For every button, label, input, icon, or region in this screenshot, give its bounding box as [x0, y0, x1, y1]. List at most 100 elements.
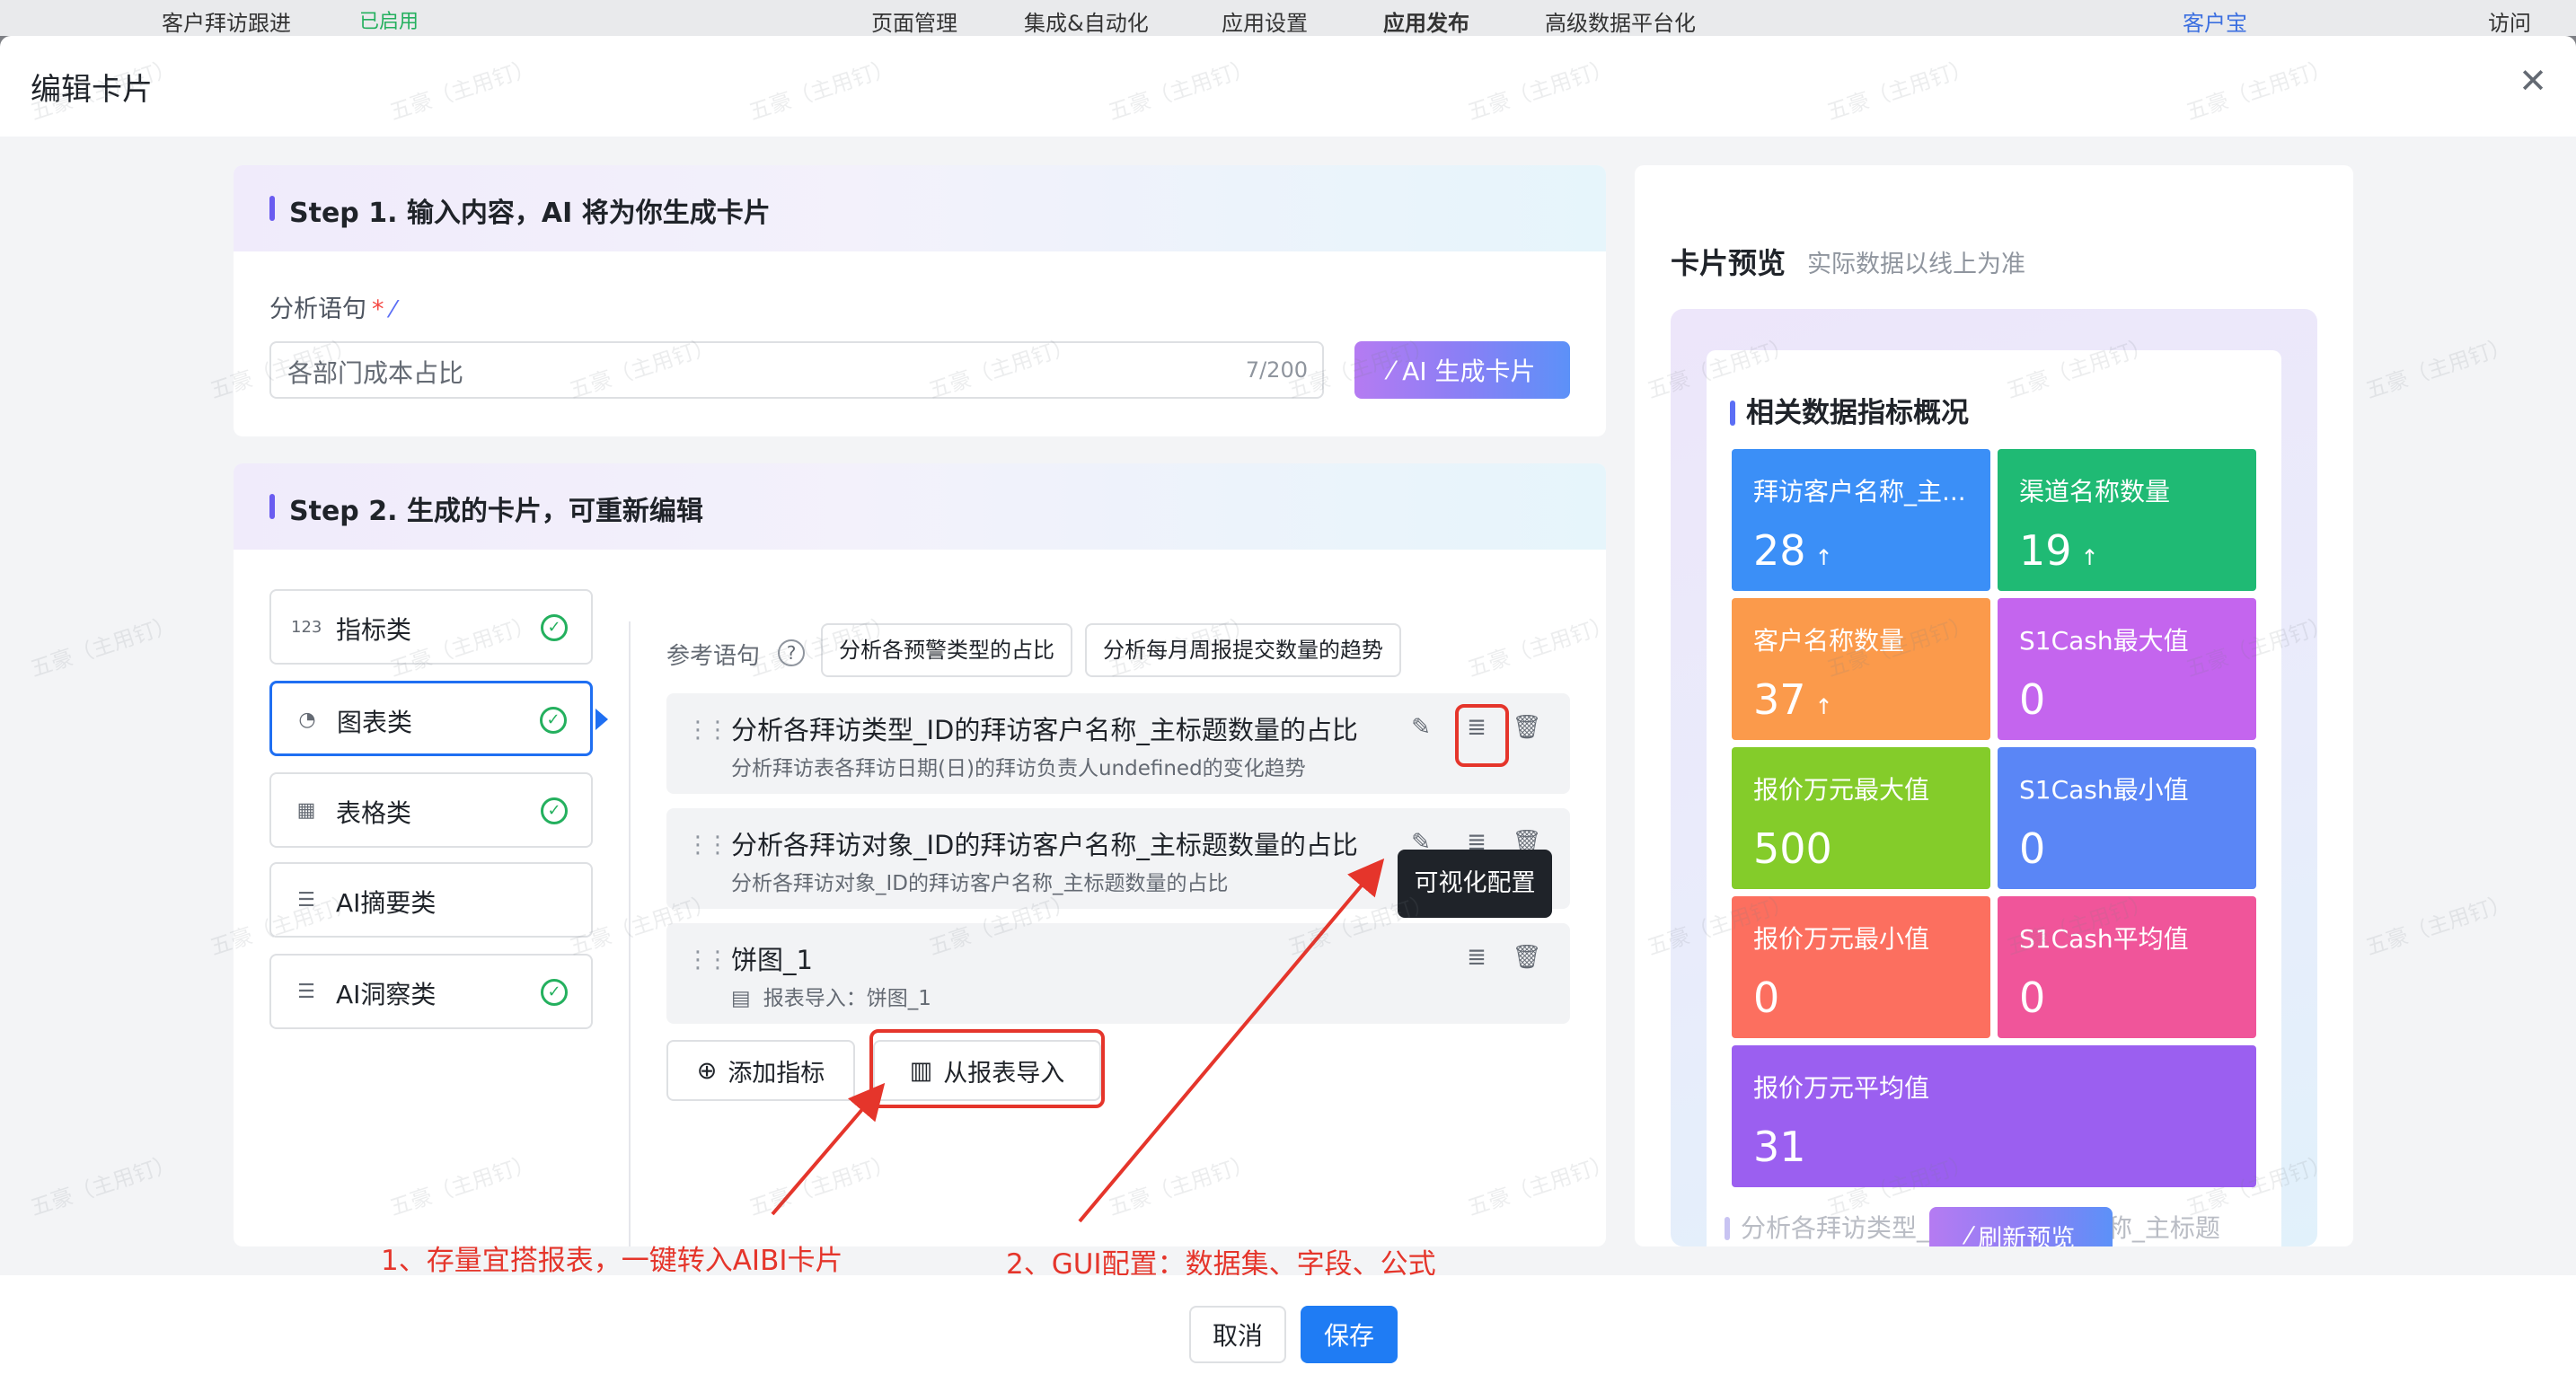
section-marker — [269, 196, 275, 221]
visual-config-tooltip: 可视化配置 — [1398, 850, 1552, 918]
category-label: AI摘要类 — [336, 888, 437, 918]
card-item[interactable]: ⋮⋮ 分析各拜访类型_ID的拜访客户名称_主标题数量的占比 分析拜访表各拜访日期… — [666, 693, 1570, 794]
modal-footer — [0, 1275, 2576, 1383]
drag-handle-icon[interactable]: ⋮⋮ — [686, 947, 729, 973]
card-item-subtitle: ▤ 报表导入：饼图_1 — [731, 981, 931, 1011]
modal-header: 编辑卡片 ✕ — [0, 36, 2576, 137]
refresh-preview-button[interactable]: ⁄ 刷新预览 — [1929, 1207, 2113, 1246]
magic-wand-icon: ⁄ — [1389, 355, 1394, 385]
close-icon[interactable]: ✕ — [2515, 63, 2551, 99]
preview-content: 相关数据指标概况 拜访客户名称_主... 28 ↑ 渠道名称数量 19 ↑ 客户名称数量 37… — [1707, 350, 2281, 1246]
metric-tile: 客户名称数量 37 ↑ — [1732, 598, 1990, 740]
add-metric-button[interactable]: ⊕ 添加指标 — [666, 1040, 855, 1101]
metric-tile: S1Cash最大值 0 — [1998, 598, 2256, 740]
metric-name: 报价万元平均值 — [1753, 1073, 1930, 1103]
card-item-title: 饼图_1 — [731, 945, 813, 975]
bg-tab: 集成&自动化 — [1024, 11, 1149, 36]
preview-section-title: 相关数据指标概况 — [1730, 390, 1969, 430]
bg-tab: 页面管理 — [871, 11, 957, 36]
edit-icon[interactable]: ✎ — [1405, 711, 1437, 744]
category-ai-summary[interactable]: ☰ AI摘要类 — [269, 862, 593, 938]
drag-handle-icon[interactable]: ⋮⋮ — [686, 717, 729, 744]
metric-name: 拜访客户名称_主... — [1753, 477, 1966, 507]
active-pointer — [595, 709, 608, 730]
analysis-input[interactable]: 各部门成本占比 7/200 — [269, 341, 1324, 399]
visual-config-icon[interactable]: ≣ — [1460, 941, 1493, 973]
category-metric[interactable]: 123 指标类 ✓ — [269, 589, 593, 665]
category-label: 指标类 — [336, 615, 412, 645]
card-item-subtitle-text: 报表导入：饼图_1 — [763, 987, 931, 1010]
category-chart[interactable]: ◔ 图表类 ✓ — [269, 681, 608, 756]
analysis-input-value: 各部门成本占比 — [287, 358, 464, 388]
required-mark: * — [372, 295, 384, 323]
metric-value-text: 500 — [1753, 824, 1832, 873]
metric-name: S1Cash最小值 — [2019, 775, 2189, 805]
preview-subtitle: 实际数据以线上为准 — [1807, 251, 2025, 278]
reference-chip[interactable]: 分析各预警类型的占比 — [821, 623, 1072, 677]
ai-generate-label: AI 生成卡片 — [1402, 357, 1536, 386]
reference-chip[interactable]: 分析每月周报提交数量的趋势 — [1085, 623, 1401, 677]
metric-tile: 报价万元最小值 0 — [1732, 896, 1990, 1038]
metric-name: 客户名称数量 — [1753, 626, 1905, 656]
check-circle-icon: ✓ — [541, 797, 568, 824]
number-icon: 123 — [291, 618, 322, 637]
delete-icon[interactable]: 🗑 — [1511, 941, 1543, 973]
modal-title: 编辑卡片 — [31, 72, 153, 108]
metric-value-text: 0 — [2019, 824, 2046, 873]
table-icon: ▦ — [296, 799, 316, 822]
edit-card-modal: 编辑卡片 ✕ Step 1. 输入内容，AI 将为你生成卡片 分析语句 * ⁄ 各部… — [0, 36, 2576, 1383]
save-button[interactable]: 保存 — [1301, 1306, 1398, 1363]
section-marker — [269, 494, 275, 519]
metric-tile: 报价万元平均值 31 — [1732, 1045, 2256, 1187]
char-counter: 7/200 — [1245, 357, 1308, 383]
cancel-button[interactable]: 取消 — [1189, 1306, 1286, 1363]
bg-visit-button: 访问 — [2488, 11, 2531, 36]
metric-value-text: 28 — [1753, 526, 1806, 575]
refresh-label: 刷新预览 — [1978, 1224, 2076, 1247]
bg-status-badge: 已启用 — [359, 11, 419, 33]
metric-value: 19 ↑ — [2019, 526, 2099, 575]
ai-generate-card-button[interactable]: ⁄ AI 生成卡片 — [1354, 341, 1570, 399]
metric-name: 报价万元最大值 — [1753, 775, 1930, 805]
preview-section-title-text: 相关数据指标概况 — [1746, 397, 1969, 429]
metric-value: 28 ↑ — [1753, 526, 1833, 575]
metric-tile: S1Cash最小值 0 — [1998, 747, 2256, 889]
metric-value: 0 — [2019, 973, 2045, 1022]
section-marker — [1725, 1217, 1730, 1240]
check-circle-icon: ✓ — [540, 707, 567, 734]
metric-value-text: 0 — [2019, 973, 2046, 1022]
metric-value: 0 — [1753, 973, 1779, 1022]
category-label: 图表类 — [337, 708, 413, 737]
card-item-title: 分析各拜访类型_ID的拜访客户名称_主标题数量的占比 — [731, 715, 1358, 745]
card-item[interactable]: ⋮⋮ 饼图_1 ▤ 报表导入：饼图_1 ≣ 🗑 — [666, 923, 1570, 1024]
metric-value-text: 37 — [1753, 675, 1806, 724]
metric-tile: 报价万元最大值 500 — [1732, 747, 1990, 889]
metric-value: 0 — [2019, 675, 2045, 724]
step2-title: Step 2. 生成的卡片，可重新编辑 — [289, 496, 703, 527]
bg-tab: 高级数据平台化 — [1545, 11, 1696, 36]
help-icon[interactable]: ? — [778, 639, 805, 666]
metric-value: 31 — [1753, 1123, 1806, 1171]
check-circle-icon: ✓ — [541, 979, 568, 1006]
card-item-title: 分析各拜访对象_ID的拜访客户名称_主标题数量的占比 — [731, 830, 1358, 860]
metric-value: 500 — [1753, 824, 1832, 873]
list-icon: ☰ — [297, 889, 315, 912]
category-ai-insight[interactable]: ☰ AI洞察类 ✓ — [269, 954, 593, 1029]
bg-tab: 应用发布 — [1383, 11, 1469, 36]
step2-header: Step 2. 生成的卡片，可重新编辑 — [234, 463, 1606, 550]
section-marker — [1730, 401, 1735, 426]
step1-header: Step 1. 输入内容，AI 将为你生成卡片 — [234, 165, 1606, 251]
check-circle-icon: ✓ — [541, 614, 568, 641]
bg-user: 客户宝 — [2183, 11, 2247, 36]
category-label: AI洞察类 — [336, 980, 437, 1009]
metric-value-text: 19 — [2019, 526, 2072, 575]
category-table[interactable]: ▦ 表格类 ✓ — [269, 772, 593, 848]
delete-icon[interactable]: 🗑 — [1511, 711, 1543, 744]
analysis-label-text: 分析语句 — [269, 295, 366, 323]
metric-tile: 拜访客户名称_主... 28 ↑ — [1732, 449, 1990, 591]
drag-handle-icon[interactable]: ⋮⋮ — [686, 832, 729, 859]
bg-tab: 应用设置 — [1222, 11, 1308, 36]
metric-name: S1Cash平均值 — [2019, 924, 2189, 954]
metric-value: 37 ↑ — [1753, 675, 1833, 724]
highlight-box — [1455, 704, 1509, 767]
